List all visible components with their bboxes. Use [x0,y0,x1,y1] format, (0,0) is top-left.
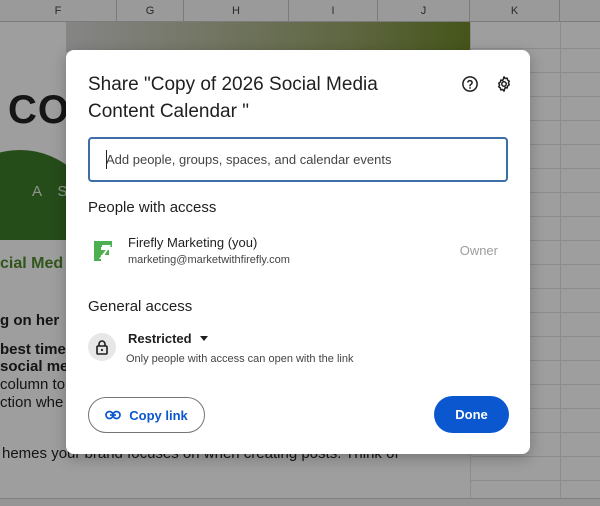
copy-link-button[interactable]: Copy link [88,397,205,433]
help-button[interactable] [459,73,481,95]
general-access-row: Restricted Only people with access can o… [88,328,508,368]
lock-badge [88,333,116,361]
general-access-dropdown[interactable]: Restricted [128,331,208,346]
gear-icon [498,76,510,92]
add-people-input-wrapper [88,137,508,182]
settings-button[interactable] [493,73,515,95]
link-icon [105,410,122,420]
people-with-access-heading: People with access [88,199,217,216]
lock-icon [96,340,108,355]
done-button[interactable]: Done [434,396,509,433]
person-email: marketing@marketwithfirefly.com [128,254,290,266]
general-access-description: Only people with access can open with th… [126,353,354,365]
text-caret [106,150,107,169]
dialog-title: Share "Copy of 2026 Social Media Content… [88,74,378,122]
person-row[interactable]: Firefly Marketing (you) marketing@market… [88,233,508,273]
help-circle-icon [462,76,478,92]
add-people-input[interactable] [90,139,506,180]
person-name: Firefly Marketing (you) [128,235,258,250]
person-role: Owner [459,243,498,258]
firefly-logo-icon [94,241,112,261]
share-dialog: Share "Copy of 2026 Social Media Content… [66,50,530,454]
copy-link-label: Copy link [129,407,188,423]
general-access-heading: General access [88,298,193,315]
done-label: Done [455,407,488,422]
general-access-value: Restricted [128,331,192,346]
caret-down-icon [199,336,208,341]
